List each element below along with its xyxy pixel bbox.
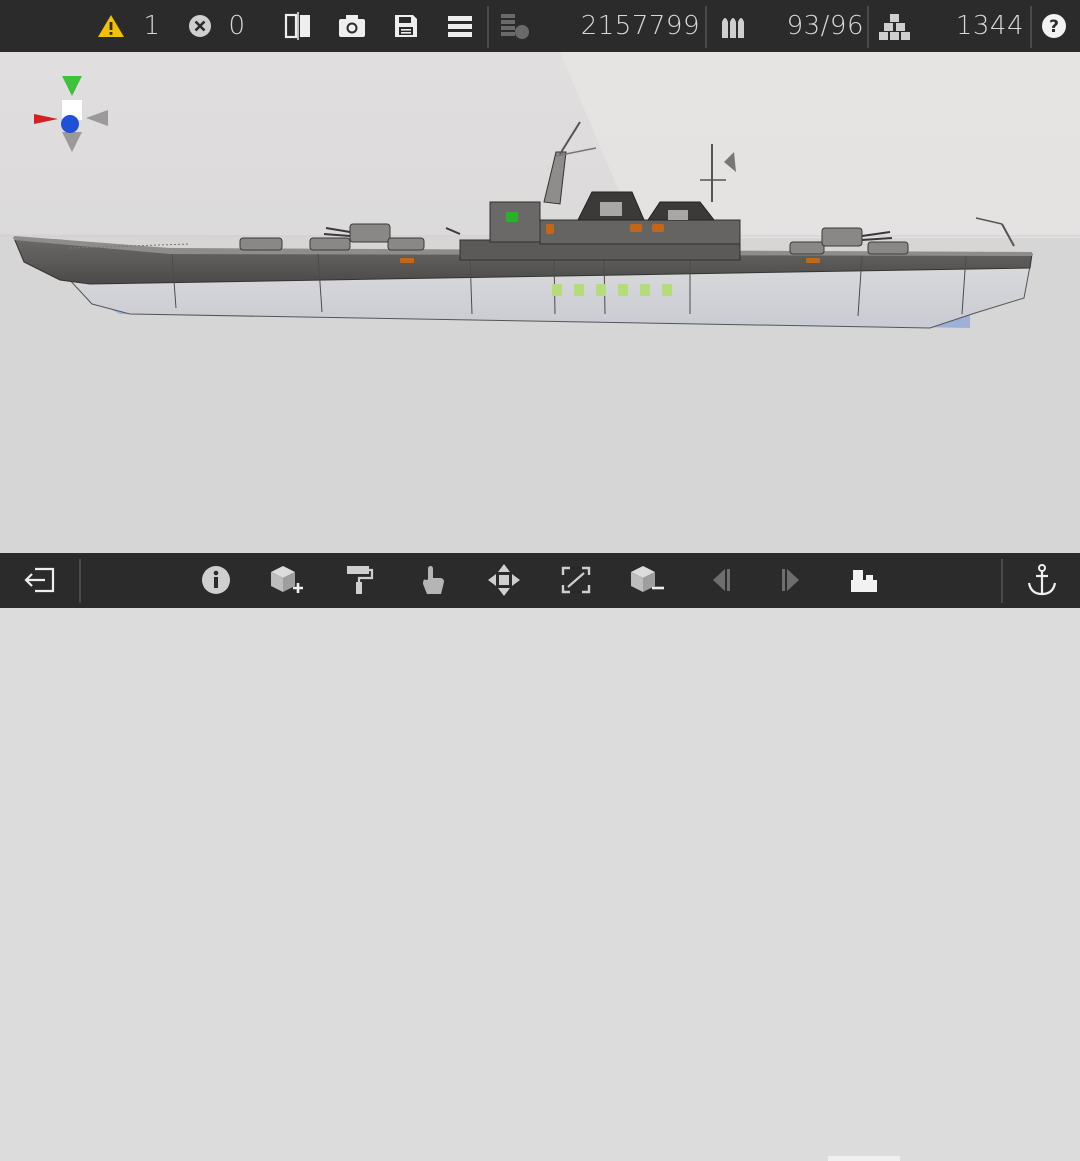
resize-icon[interactable]: [558, 563, 594, 597]
error-circle-icon[interactable]: [187, 13, 213, 39]
warnings-count: 1: [143, 11, 161, 41]
ship-scene[interactable]: [0, 52, 1080, 553]
toolbar-separator: [1001, 559, 1003, 603]
toolbar-separator: [487, 6, 489, 48]
anchor-icon[interactable]: [1024, 562, 1060, 598]
hamburger-menu-icon[interactable]: [444, 11, 476, 41]
errors-count: 0: [228, 11, 246, 41]
cost-value: 2157799: [580, 11, 700, 41]
svg-text:?: ?: [1049, 17, 1059, 37]
ammo-shells-icon: [718, 11, 750, 41]
ammo-value: 93/96: [786, 11, 864, 41]
view-mode-icon[interactable]: [846, 563, 882, 597]
add-part-icon[interactable]: [268, 563, 306, 597]
help-icon[interactable]: ?: [1040, 12, 1068, 40]
toolbar-separator: [705, 6, 707, 48]
parts-value: 1344: [955, 11, 1024, 41]
top-toolbar: 1 0 2157799 93/96 1344 ?: [0, 0, 1080, 52]
remove-part-icon[interactable]: [628, 563, 666, 597]
next-icon[interactable]: [776, 563, 808, 597]
camera-icon[interactable]: [336, 11, 368, 41]
exit-icon[interactable]: [22, 564, 58, 596]
axis-gizmo[interactable]: [34, 76, 108, 152]
move-arrows-icon[interactable]: [486, 562, 522, 598]
active-tab-indicator: [828, 1156, 900, 1161]
coin-stack-icon: [498, 11, 532, 41]
paint-roller-icon[interactable]: [342, 563, 376, 597]
toolbar-separator: [79, 559, 81, 603]
warning-triangle-icon[interactable]: [96, 12, 126, 40]
bottom-toolbar: [0, 553, 1080, 1161]
toolbar-separator: [867, 6, 869, 48]
ship-viewport[interactable]: [0, 52, 1080, 553]
save-disk-icon[interactable]: [391, 11, 421, 41]
info-icon[interactable]: [200, 564, 232, 596]
cube-pile-icon: [878, 11, 912, 41]
mirror-split-icon[interactable]: [282, 11, 314, 41]
touch-hand-icon[interactable]: [416, 563, 450, 599]
previous-icon[interactable]: [704, 563, 736, 597]
toolbar-separator: [1030, 6, 1032, 48]
